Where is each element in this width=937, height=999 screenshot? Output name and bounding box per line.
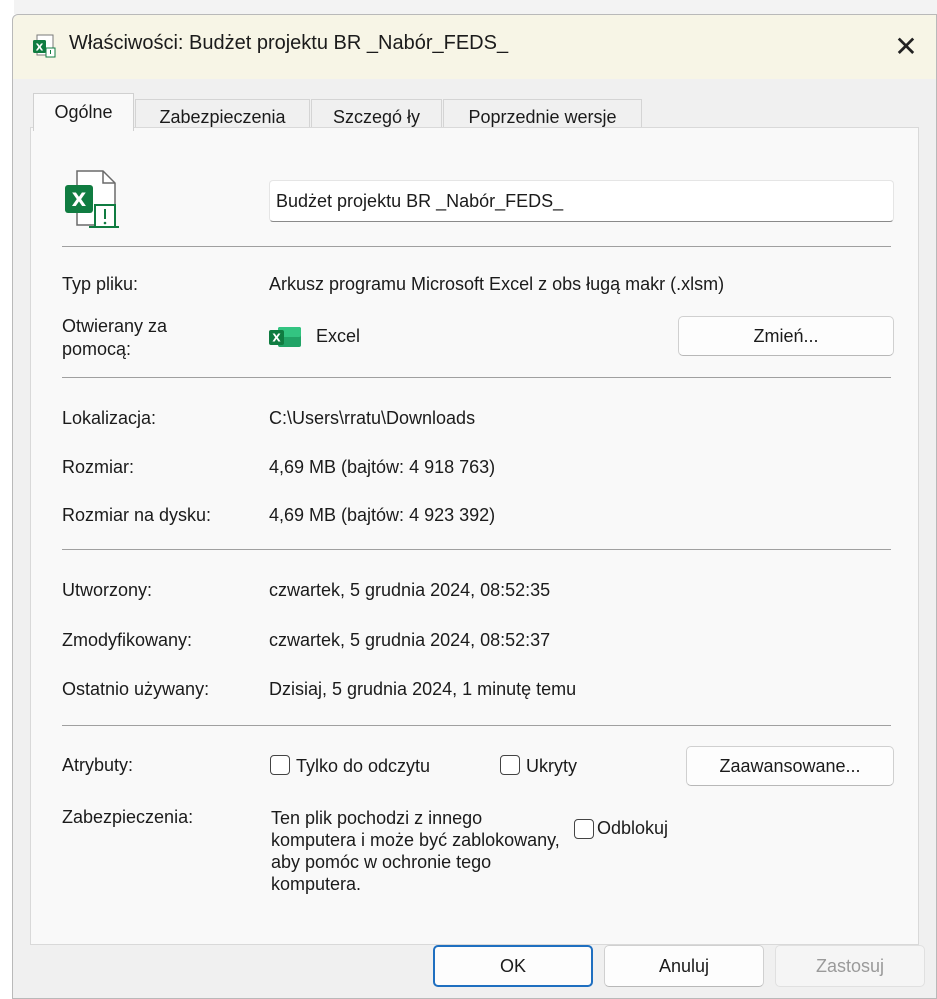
- attributes-label: Atrybuty:: [62, 755, 134, 775]
- size-value: 4,69 MB (bajtów: 4 918 763): [269, 457, 496, 477]
- hidden-checkbox[interactable]: [500, 755, 520, 775]
- file-name-input[interactable]: Budżet projektu BR _Nabór_FEDS_: [269, 180, 894, 222]
- opens-with-value: Excel: [316, 326, 361, 346]
- window-title: Właściwości: Budżet projektu BR _Nabór_F…: [69, 32, 509, 54]
- change-button[interactable]: Zmień...: [678, 316, 894, 356]
- excel-macro-file-icon: X: [65, 170, 119, 228]
- general-panel: X Budżet projektu BR _Nabór_FEDS_ Typ pl…: [30, 127, 919, 945]
- excel-macro-file-icon: X: [33, 34, 56, 58]
- security-message: Ten plik pochodzi z innego komputera i m…: [271, 808, 560, 894]
- opens-with-label: Otwierany za pomocą:: [62, 316, 167, 360]
- apply-button[interactable]: Zastosuj: [775, 945, 925, 987]
- svg-text:X: X: [72, 189, 87, 211]
- accessed-value: Dzisiaj, 5 grudnia 2024, 1 minutę temu: [269, 679, 577, 699]
- tab-previous-versions[interactable]: Poprzednie wersje: [443, 99, 642, 129]
- location-label: Lokalizacja:: [62, 408, 157, 428]
- separator: [62, 725, 891, 726]
- cancel-button[interactable]: Anuluj: [604, 945, 764, 987]
- accessed-label: Ostatnio używany:: [62, 679, 210, 699]
- modified-label: Zmodyfikowany:: [62, 630, 193, 650]
- svg-text:X: X: [272, 332, 281, 345]
- security-label: Zabezpieczenia:: [62, 807, 194, 827]
- location-value: C:\Users\rratu\Downloads: [269, 408, 476, 428]
- file-type-value: Arkusz programu Microsoft Excel z obs łu…: [269, 274, 725, 294]
- unblock-checkbox[interactable]: [574, 819, 594, 839]
- excel-app-icon: X: [269, 327, 301, 347]
- advanced-button[interactable]: Zaawansowane...: [686, 746, 894, 786]
- hidden-label[interactable]: Ukryty: [526, 756, 577, 777]
- created-label: Utworzony:: [62, 580, 153, 600]
- size-label: Rozmiar:: [62, 457, 135, 477]
- disk-size-value: 4,69 MB (bajtów: 4 923 392): [269, 505, 496, 525]
- separator: [62, 549, 891, 550]
- separator: [62, 246, 891, 247]
- readonly-checkbox[interactable]: [270, 755, 290, 775]
- close-button[interactable]: ✕: [876, 15, 936, 77]
- disk-size-label: Rozmiar na dysku:: [62, 505, 212, 525]
- tab-security[interactable]: Zabezpieczenia: [135, 99, 310, 129]
- file-type-label: Typ pliku:: [62, 274, 139, 294]
- title-bar[interactable]: X Właściwości: Budżet projektu BR _Nabór…: [13, 15, 936, 79]
- created-value: czwartek, 5 grudnia 2024, 08:52:35: [269, 580, 551, 600]
- background-strip: [0, 0, 937, 14]
- svg-text:X: X: [36, 43, 44, 54]
- modified-value: czwartek, 5 grudnia 2024, 08:52:37: [269, 630, 551, 650]
- unblock-label[interactable]: Odblokuj: [597, 818, 668, 839]
- separator: [62, 377, 891, 378]
- opens-with-label-line2: pomocą:: [62, 339, 132, 359]
- ok-button[interactable]: OK: [433, 945, 593, 987]
- readonly-label[interactable]: Tylko do odczytu: [296, 756, 430, 777]
- properties-dialog: X Właściwości: Budżet projektu BR _Nabór…: [12, 14, 937, 999]
- tab-details[interactable]: Szczegó ły: [311, 99, 442, 129]
- tab-general[interactable]: Ogólne: [33, 93, 134, 131]
- opens-with-label-line1: Otwierany za: [62, 316, 168, 336]
